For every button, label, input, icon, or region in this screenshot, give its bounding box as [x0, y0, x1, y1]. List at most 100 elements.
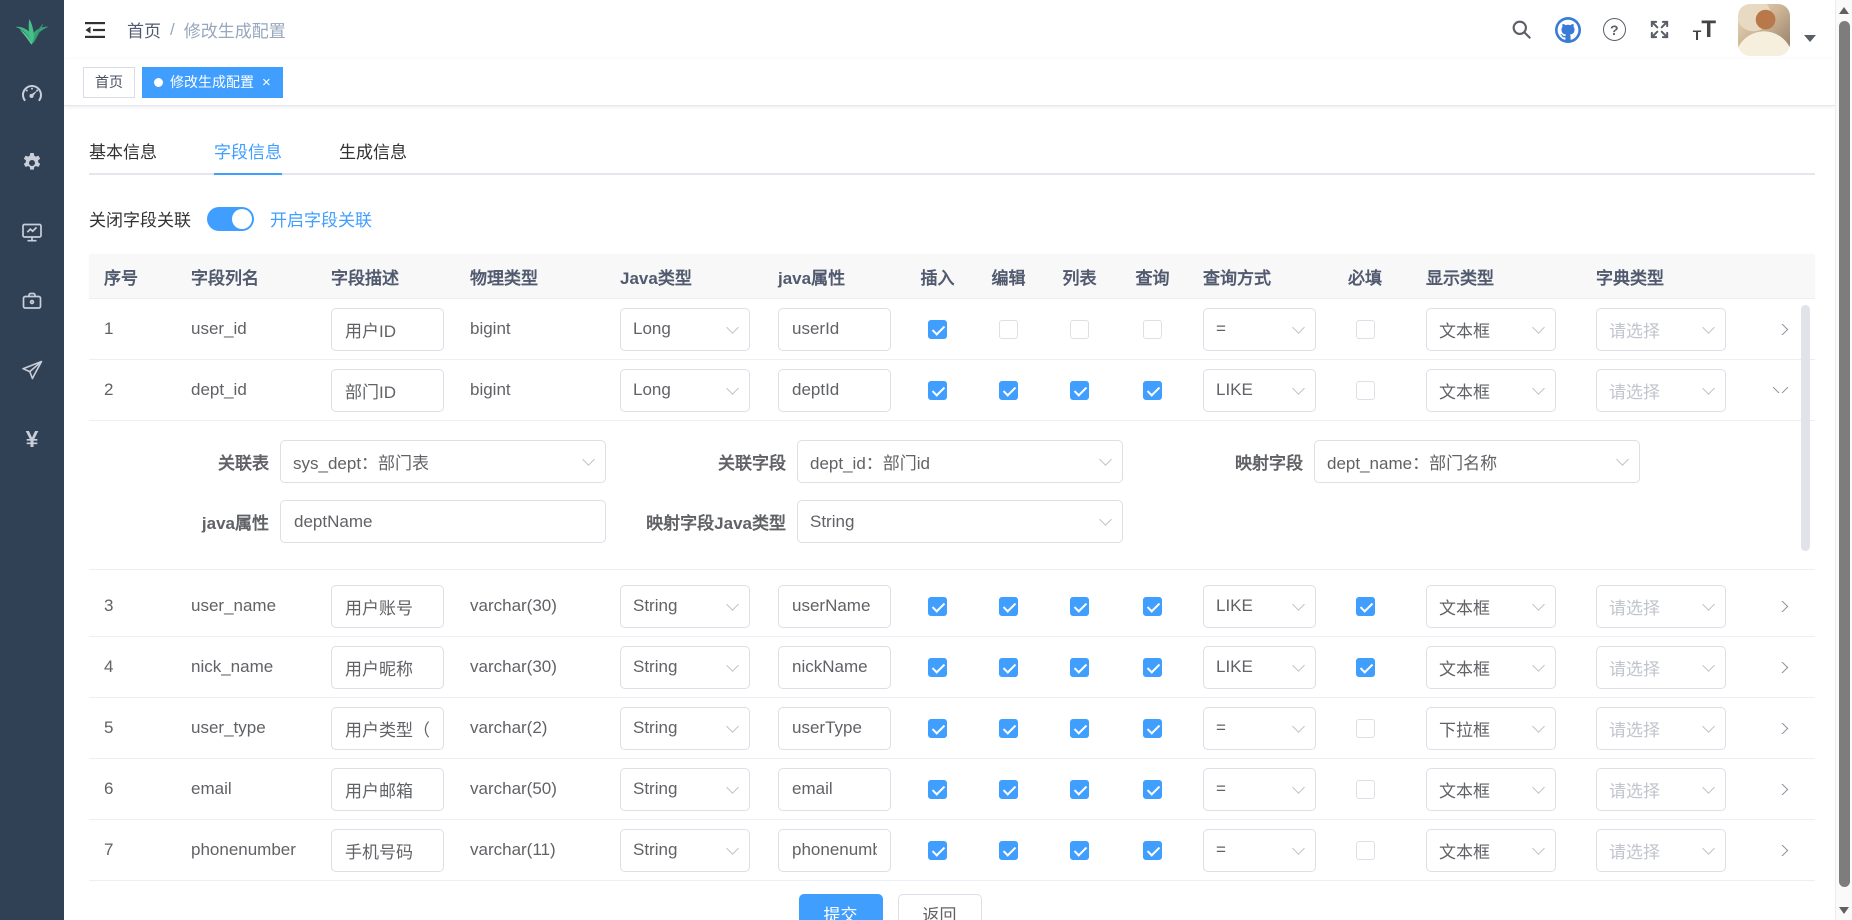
breadcrumb-home[interactable]: 首页: [127, 17, 161, 42]
edit-checkbox[interactable]: [999, 719, 1018, 738]
sidebar-item-system[interactable]: [20, 151, 44, 175]
java-type-select[interactable]: Long: [620, 308, 750, 351]
github-icon[interactable]: [1555, 17, 1581, 43]
query-type-select[interactable]: LIKE: [1203, 369, 1316, 412]
back-button[interactable]: 返回: [898, 894, 982, 920]
tag-current-page[interactable]: 修改生成配置×: [142, 67, 283, 98]
query-checkbox[interactable]: [1143, 719, 1162, 738]
table-scrollbar-thumb[interactable]: [1801, 305, 1810, 551]
insert-checkbox[interactable]: [928, 597, 947, 616]
dict-type-select[interactable]: 请选择: [1596, 369, 1726, 412]
column-desc-input[interactable]: [331, 707, 444, 750]
edit-checkbox[interactable]: [999, 780, 1018, 799]
java-field-input[interactable]: [778, 768, 891, 811]
required-checkbox[interactable]: [1356, 381, 1375, 400]
expand-row-icon[interactable]: [1772, 324, 1788, 335]
html-type-select[interactable]: 文本框: [1426, 585, 1556, 628]
java-type-select[interactable]: Long: [620, 369, 750, 412]
list-checkbox[interactable]: [1070, 320, 1089, 339]
avatar[interactable]: [1738, 4, 1790, 56]
html-type-select[interactable]: 文本框: [1426, 768, 1556, 811]
tab-generate-info[interactable]: 生成信息: [339, 128, 407, 173]
java-type-select[interactable]: String: [620, 768, 750, 811]
query-type-select[interactable]: =: [1203, 768, 1316, 811]
tag-close-icon[interactable]: ×: [262, 75, 271, 90]
fullscreen-icon[interactable]: [1648, 18, 1671, 41]
required-checkbox[interactable]: [1356, 658, 1375, 677]
scroll-down-arrow-icon[interactable]: [1839, 907, 1849, 914]
tab-basic-info[interactable]: 基本信息: [89, 128, 157, 173]
insert-checkbox[interactable]: [928, 780, 947, 799]
query-type-select[interactable]: =: [1203, 829, 1316, 872]
list-checkbox[interactable]: [1070, 841, 1089, 860]
insert-checkbox[interactable]: [928, 719, 947, 738]
list-checkbox[interactable]: [1070, 658, 1089, 677]
chevron-down-icon[interactable]: [1804, 35, 1816, 42]
expand-row-icon[interactable]: [1772, 845, 1788, 856]
list-checkbox[interactable]: [1070, 381, 1089, 400]
java-type-select[interactable]: String: [620, 646, 750, 689]
query-checkbox[interactable]: [1143, 780, 1162, 799]
submit-button[interactable]: 提交: [799, 894, 883, 920]
relation-switch[interactable]: [207, 207, 254, 231]
mapping-java-type-select[interactable]: String: [797, 500, 1123, 543]
font-size-icon[interactable]: TT: [1693, 18, 1716, 42]
edit-checkbox[interactable]: [999, 658, 1018, 677]
app-logo-icon[interactable]: [11, 12, 53, 54]
column-desc-input[interactable]: [331, 308, 444, 351]
search-icon[interactable]: [1510, 18, 1533, 41]
query-checkbox[interactable]: [1143, 597, 1162, 616]
required-checkbox[interactable]: [1356, 320, 1375, 339]
column-desc-input[interactable]: [331, 829, 444, 872]
dict-type-select[interactable]: 请选择: [1596, 768, 1726, 811]
query-type-select[interactable]: LIKE: [1203, 585, 1316, 628]
required-checkbox[interactable]: [1356, 597, 1375, 616]
dict-type-select[interactable]: 请选择: [1596, 308, 1726, 351]
java-attr-input[interactable]: [280, 500, 606, 543]
column-desc-input[interactable]: [331, 768, 444, 811]
dict-type-select[interactable]: 请选择: [1596, 829, 1726, 872]
scroll-up-arrow-icon[interactable]: [1839, 7, 1849, 14]
required-checkbox[interactable]: [1356, 780, 1375, 799]
mapping-field-select[interactable]: dept_name：部门名称: [1314, 440, 1640, 483]
java-field-input[interactable]: [778, 308, 891, 351]
expand-row-icon[interactable]: [1772, 784, 1788, 795]
help-icon[interactable]: ?: [1603, 18, 1626, 41]
sidebar-item-monitor[interactable]: [20, 220, 44, 244]
java-type-select[interactable]: String: [620, 707, 750, 750]
edit-checkbox[interactable]: [999, 381, 1018, 400]
html-type-select[interactable]: 文本框: [1426, 369, 1556, 412]
query-checkbox[interactable]: [1143, 320, 1162, 339]
java-field-input[interactable]: [778, 585, 891, 628]
tab-field-info[interactable]: 字段信息: [214, 128, 282, 173]
expand-row-icon[interactable]: [1772, 601, 1788, 612]
html-type-select[interactable]: 下拉框: [1426, 707, 1556, 750]
java-field-input[interactable]: [778, 829, 891, 872]
query-checkbox[interactable]: [1143, 381, 1162, 400]
html-type-select[interactable]: 文本框: [1426, 829, 1556, 872]
query-type-select[interactable]: LIKE: [1203, 646, 1316, 689]
edit-checkbox[interactable]: [999, 841, 1018, 860]
list-checkbox[interactable]: [1070, 719, 1089, 738]
expand-row-icon[interactable]: [1772, 387, 1788, 393]
dict-type-select[interactable]: 请选择: [1596, 646, 1726, 689]
insert-checkbox[interactable]: [928, 320, 947, 339]
relation-table-select[interactable]: sys_dept：部门表: [280, 440, 606, 483]
required-checkbox[interactable]: [1356, 719, 1375, 738]
java-field-input[interactable]: [778, 707, 891, 750]
sidebar-item-finance[interactable]: ¥: [20, 427, 44, 451]
expand-row-icon[interactable]: [1772, 662, 1788, 673]
query-checkbox[interactable]: [1143, 841, 1162, 860]
sidebar-item-dashboard[interactable]: [20, 82, 44, 106]
sidebar-item-send[interactable]: [20, 358, 44, 382]
html-type-select[interactable]: 文本框: [1426, 646, 1556, 689]
column-desc-input[interactable]: [331, 646, 444, 689]
tag-home[interactable]: 首页: [83, 67, 135, 98]
query-checkbox[interactable]: [1143, 658, 1162, 677]
dict-type-select[interactable]: 请选择: [1596, 585, 1726, 628]
insert-checkbox[interactable]: [928, 381, 947, 400]
insert-checkbox[interactable]: [928, 658, 947, 677]
list-checkbox[interactable]: [1070, 780, 1089, 799]
query-type-select[interactable]: =: [1203, 707, 1316, 750]
java-field-input[interactable]: [778, 646, 891, 689]
